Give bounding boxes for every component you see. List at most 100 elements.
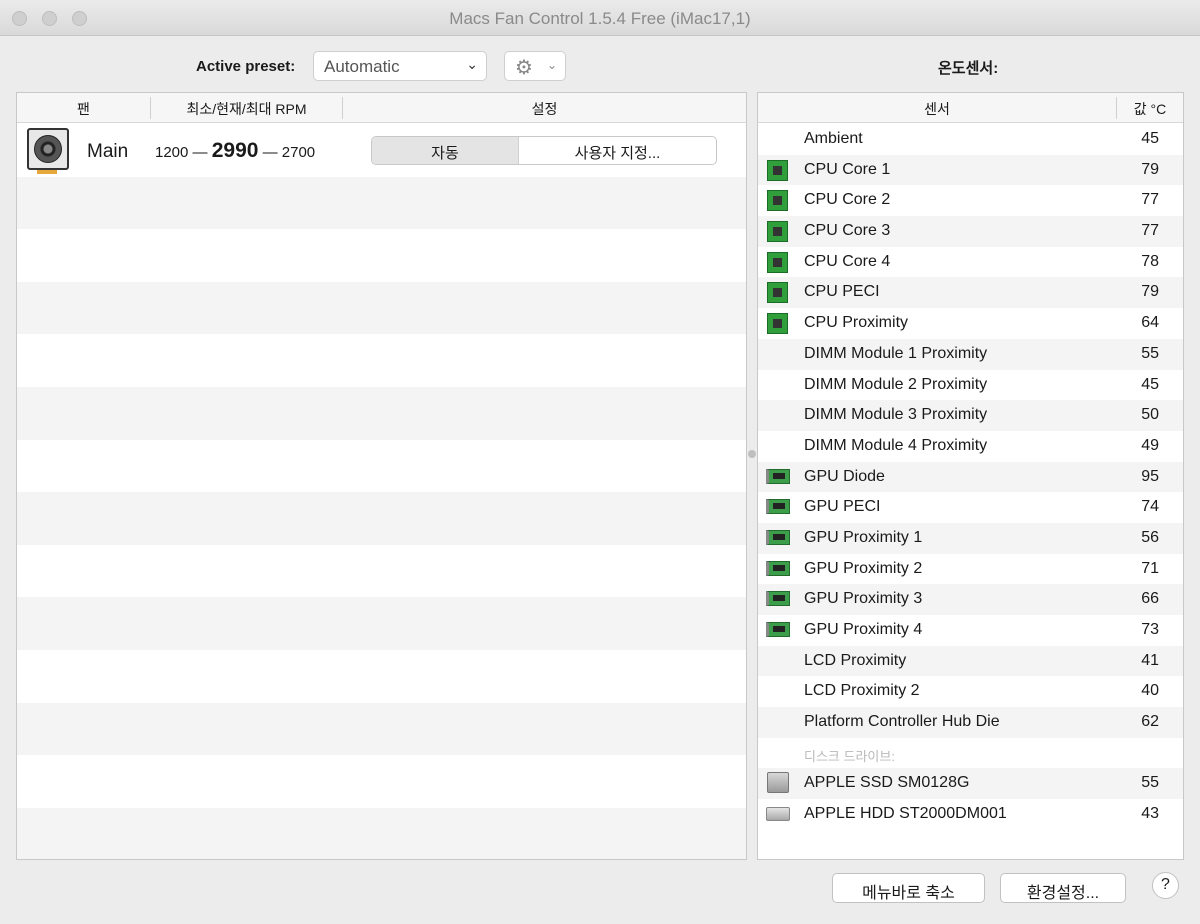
sensor-row[interactable]: DIMM Module 3 Proximity 50 (758, 400, 1183, 431)
sensor-row[interactable]: GPU Diode 95 (758, 461, 1183, 493)
sensor-name: DIMM Module 1 Proximity (804, 344, 988, 362)
help-button[interactable]: ? (1152, 872, 1179, 899)
sensor-name: Platform Controller Hub Die (804, 713, 1000, 731)
sensor-value: 77 (1141, 191, 1159, 209)
sensor-row[interactable]: CPU PECI 79 (758, 277, 1183, 309)
sensor-name: LCD Proximity 2 (804, 682, 920, 700)
fan-icon (27, 128, 69, 174)
preset-select[interactable]: Automatic ⌄ (313, 51, 487, 81)
sensor-value: 50 (1141, 406, 1159, 424)
minimize-to-menubar-button[interactable]: 메뉴바로 축소 (832, 873, 985, 903)
sensor-table-header: 센서 값 °C (758, 93, 1183, 123)
sensor-row[interactable]: CPU Core 1 79 (758, 154, 1183, 186)
hdd-icon (766, 807, 790, 822)
fan-table-body (17, 124, 746, 859)
fan-min-rpm: 1200 (155, 144, 189, 161)
sensor-row[interactable]: LCD Proximity 41 (758, 645, 1183, 677)
sensor-value: 79 (1141, 283, 1159, 301)
sensor-name: GPU Proximity 3 (804, 590, 923, 608)
fan-mode-custom-button[interactable]: 사용자 지정... (517, 137, 716, 164)
sensor-row[interactable]: APPLE SSD SM0128G 55 (758, 768, 1183, 800)
sensor-value: 40 (1141, 682, 1159, 700)
sensor-row[interactable]: DIMM Module 4 Proximity 49 (758, 431, 1183, 462)
column-header-value[interactable]: 값 °C (1117, 93, 1183, 123)
sensor-value: 62 (1141, 713, 1159, 731)
fan-mode-auto-button[interactable]: 자동 (372, 137, 518, 164)
gpu-icon (766, 499, 790, 515)
sensor-name: CPU Core 1 (804, 160, 891, 178)
sensor-value: 74 (1141, 498, 1159, 516)
active-preset-label: Active preset: (196, 58, 296, 75)
sensor-row[interactable]: DIMM Module 2 Proximity 45 (758, 370, 1183, 401)
sensor-name: DIMM Module 4 Proximity (804, 436, 988, 454)
gpu-icon (766, 591, 790, 607)
fan-mode-control: 자동 사용자 지정... (371, 136, 717, 165)
sensor-name: GPU Diode (804, 467, 885, 485)
sensor-name: 디스크 드라이브: (804, 748, 895, 764)
sensor-value: 45 (1141, 375, 1159, 393)
cpu-icon (767, 221, 788, 243)
cpu-icon (767, 190, 788, 212)
title-bar: Macs Fan Control 1.5.4 Free (iMac17,1) (0, 0, 1200, 36)
sensor-value: 55 (1141, 344, 1159, 362)
ssd-icon (767, 772, 789, 794)
sensor-value: 49 (1141, 436, 1159, 454)
fan-rpm: 1200 — 2990 — 2700 (155, 139, 315, 163)
preferences-button[interactable]: 환경설정... (1000, 873, 1126, 903)
cpu-icon (767, 251, 788, 273)
column-header-rpm[interactable]: 최소/현재/최대 RPM (151, 93, 342, 123)
sensor-name: APPLE SSD SM0128G (804, 774, 970, 792)
gpu-icon (766, 468, 790, 484)
sensor-name: GPU Proximity 4 (804, 621, 923, 638)
preset-options-button[interactable]: ⚙ ⌄ (504, 51, 566, 81)
sensor-row[interactable]: CPU Core 3 77 (758, 216, 1183, 247)
sensor-row[interactable]: CPU Core 4 78 (758, 247, 1183, 278)
sensor-name: GPU Proximity 1 (804, 528, 923, 546)
sensor-name: CPU Core 3 (804, 222, 891, 240)
column-header-settings[interactable]: 설정 (343, 93, 746, 123)
sensor-row[interactable]: GPU Proximity 4 73 (758, 615, 1183, 646)
sensor-name: CPU PECI (804, 283, 880, 301)
rpm-separator: — (192, 144, 208, 161)
sensor-name: Ambient (804, 130, 863, 147)
sensor-value: 43 (1141, 805, 1159, 823)
column-header-fan[interactable]: 팬 (17, 93, 150, 123)
sensor-name: GPU PECI (804, 498, 881, 516)
sensor-row[interactable]: APPLE HDD ST2000DM001 43 (758, 799, 1183, 830)
sensor-row[interactable]: DIMM Module 1 Proximity 55 (758, 338, 1183, 370)
rpm-separator: — (262, 144, 278, 161)
sensor-row[interactable]: Platform Controller Hub Die 62 (758, 707, 1183, 738)
sensor-row[interactable]: GPU Proximity 2 71 (758, 554, 1183, 585)
sensor-row[interactable]: CPU Core 2 77 (758, 185, 1183, 216)
sensor-name: CPU Core 2 (804, 191, 891, 209)
gear-icon: ⚙ (515, 57, 533, 79)
sensor-value: 55 (1141, 774, 1159, 792)
cpu-icon (767, 159, 788, 181)
sensor-row[interactable]: GPU PECI 74 (758, 492, 1183, 523)
sensor-value: 95 (1141, 467, 1159, 485)
sensor-value: 66 (1141, 590, 1159, 608)
sensor-row[interactable]: CPU Proximity 64 (758, 308, 1183, 339)
sensors-title: 온도센서: (938, 60, 999, 77)
chevron-down-icon: ⌄ (547, 58, 558, 72)
sensor-name: GPU Proximity 2 (804, 559, 923, 577)
fan-max-rpm: 2700 (281, 144, 316, 161)
sensor-row[interactable]: GPU Proximity 1 56 (758, 522, 1183, 554)
sensor-value: 45 (1141, 130, 1159, 147)
sensor-row[interactable]: GPU Proximity 3 66 (758, 584, 1183, 615)
sensor-name: DIMM Module 3 Proximity (804, 406, 988, 424)
sensor-row[interactable]: Ambient 45 (758, 124, 1183, 155)
sensor-name: LCD Proximity (804, 651, 907, 669)
sensor-section-header: 디스크 드라이브: (758, 738, 1183, 769)
column-header-sensor[interactable]: 센서 (758, 93, 1116, 123)
chevron-down-icon: ⌄ (466, 56, 478, 72)
split-view-handle[interactable] (748, 450, 756, 458)
fan-row-main[interactable]: Main 1200 — 2990 — 2700 자동 사용자 지정... (17, 124, 746, 176)
sensor-row[interactable]: LCD Proximity 2 40 (758, 676, 1183, 707)
sensor-value: 77 (1141, 222, 1159, 240)
gpu-icon (766, 622, 790, 637)
cpu-icon (767, 282, 788, 304)
fan-current-rpm: 2990 (211, 139, 259, 162)
sensor-name: APPLE HDD ST2000DM001 (804, 805, 1007, 823)
sensor-value: 73 (1141, 621, 1159, 638)
